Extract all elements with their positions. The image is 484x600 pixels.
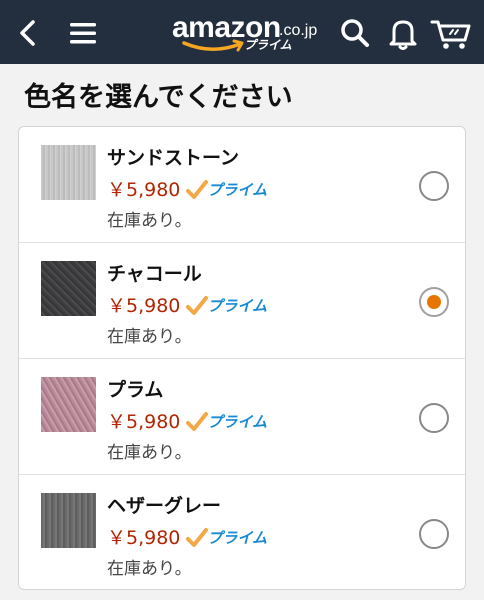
color-swatch <box>41 261 96 316</box>
option-price: ￥5,980 <box>107 179 181 201</box>
color-option-list: サンドストーン ￥5,980 プライム 在庫あり。 チャコール ￥5,980 プ… <box>18 126 466 590</box>
option-name: チャコール <box>107 263 202 285</box>
top-header: amazon .co.jp プライム <box>0 0 484 64</box>
prime-badge: プライム <box>186 180 267 200</box>
prime-check-icon <box>186 180 209 199</box>
color-swatch <box>41 377 96 432</box>
amazon-logo[interactable]: amazon .co.jp プライム <box>172 11 322 57</box>
option-name: プラム <box>107 379 164 401</box>
prime-badge: プライム <box>186 528 267 548</box>
prime-label: プライム <box>207 297 268 315</box>
prime-check-icon <box>186 412 209 431</box>
radio-dot <box>427 295 441 309</box>
menu-icon[interactable] <box>64 14 102 52</box>
option-price: ￥5,980 <box>107 411 181 433</box>
option-name: ヘザーグレー <box>107 495 222 517</box>
back-icon[interactable] <box>12 14 46 52</box>
price-row: ￥5,980 プライム <box>107 525 267 551</box>
radio-button[interactable] <box>419 519 449 549</box>
prime-badge: プライム <box>186 412 267 432</box>
prime-label: プライム <box>207 413 268 431</box>
option-price: ￥5,980 <box>107 295 181 317</box>
logo-smile-icon <box>182 39 244 52</box>
color-option-charcoal[interactable]: チャコール ￥5,980 プライム 在庫あり。 <box>19 243 465 359</box>
radio-button[interactable] <box>419 403 449 433</box>
bell-icon[interactable] <box>382 12 424 54</box>
price-row: ￥5,980 プライム <box>107 177 267 203</box>
prime-label: プライム <box>207 181 268 199</box>
radio-button[interactable] <box>419 171 449 201</box>
option-price: ￥5,980 <box>107 527 181 549</box>
stock-status: 在庫あり。 <box>107 559 192 579</box>
price-row: ￥5,980 プライム <box>107 293 267 319</box>
prime-label: プライム <box>207 529 268 547</box>
stock-status: 在庫あり。 <box>107 211 192 231</box>
prime-check-icon <box>186 296 209 315</box>
cart-icon[interactable] <box>428 12 474 54</box>
color-option-plum[interactable]: プラム ￥5,980 プライム 在庫あり。 <box>19 359 465 475</box>
price-row: ￥5,980 プライム <box>107 409 267 435</box>
stock-status: 在庫あり。 <box>107 443 192 463</box>
search-icon[interactable] <box>335 13 375 53</box>
logo-prime-label: プライム <box>244 38 292 52</box>
page-title: 色名を選んでください <box>24 82 293 113</box>
color-swatch <box>41 493 96 548</box>
option-name: サンドストーン <box>107 147 240 169</box>
prime-badge: プライム <box>186 296 267 316</box>
color-swatch <box>41 145 96 200</box>
color-option-heather-gray[interactable]: ヘザーグレー ￥5,980 プライム 在庫あり。 <box>19 475 465 589</box>
stock-status: 在庫あり。 <box>107 327 192 347</box>
color-option-sand-stone[interactable]: サンドストーン ￥5,980 プライム 在庫あり。 <box>19 127 465 243</box>
prime-check-icon <box>186 528 209 547</box>
radio-button-selected[interactable] <box>419 287 449 317</box>
